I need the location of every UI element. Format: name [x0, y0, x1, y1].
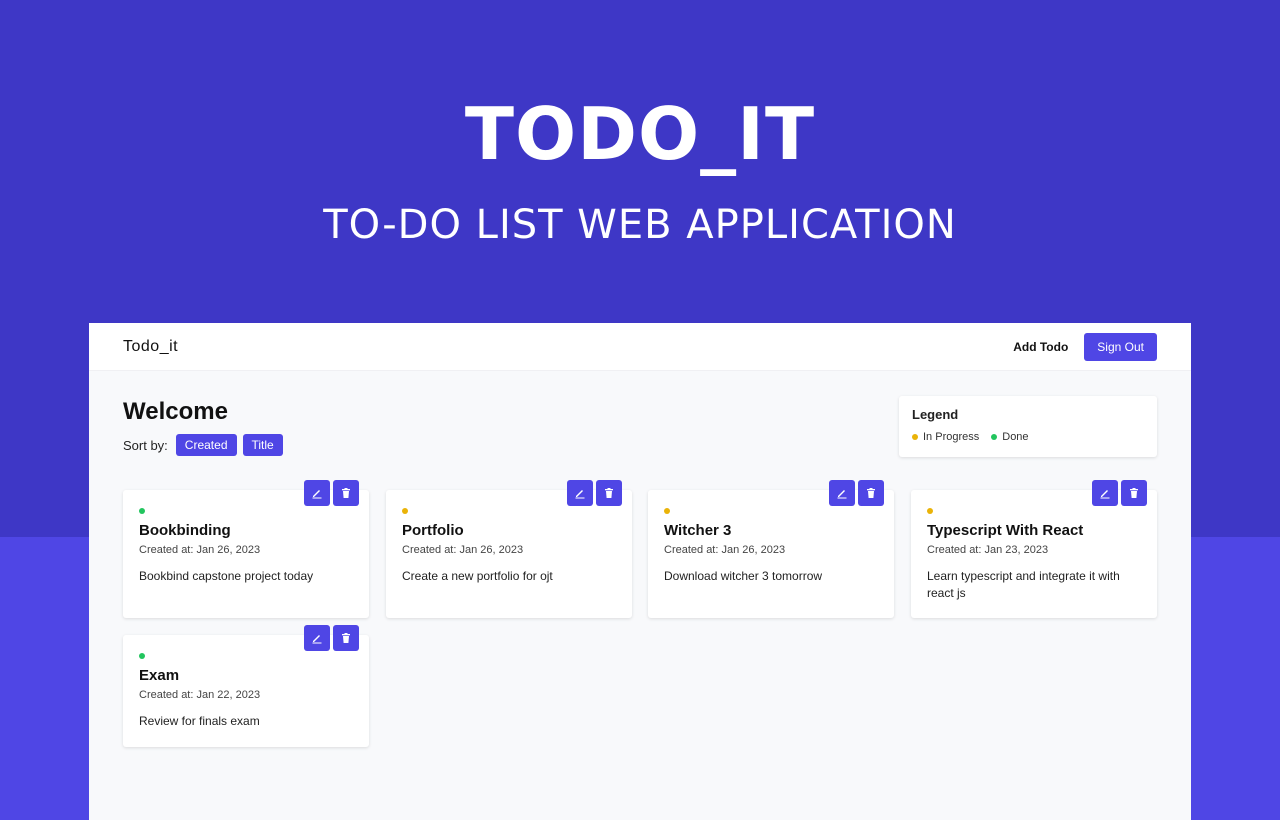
delete-button[interactable] — [333, 480, 359, 506]
hero-title: TODO_IT — [464, 92, 816, 176]
trash-icon — [342, 488, 350, 498]
edit-button[interactable] — [304, 480, 330, 506]
edit-button[interactable] — [829, 480, 855, 506]
todo-title: Witcher 3 — [664, 522, 732, 539]
in-progress-dot-icon — [912, 434, 918, 440]
todo-title: Typescript With React — [927, 522, 1084, 539]
todo-title: Exam — [139, 667, 180, 684]
done-dot-icon — [991, 434, 998, 440]
legend-items: In Progress Done — [912, 431, 1144, 443]
sign-out-button[interactable]: Sign Out — [1084, 332, 1157, 361]
pencil-icon — [312, 635, 322, 644]
pencil-icon — [837, 490, 847, 499]
edit-button[interactable] — [1092, 480, 1118, 506]
delete-button[interactable] — [596, 480, 622, 506]
todo-created-date: Created at: Jan 26, 2023 — [139, 544, 261, 556]
todo-description: Review for finals exam — [139, 714, 260, 728]
status-in-progress-dot-icon — [927, 508, 933, 514]
trash-icon — [1130, 488, 1138, 498]
todo-created-date: Created at: Jan 26, 2023 — [664, 544, 786, 556]
trash-icon — [605, 488, 613, 498]
legend-item-done: Done — [991, 431, 1029, 443]
edit-button[interactable] — [567, 480, 593, 506]
card-actions — [567, 480, 622, 506]
todo-card: Bookbinding Created at: Jan 26, 2023 Boo… — [123, 480, 369, 618]
todo-description: Learn typescript and integrate it with r… — [927, 569, 1120, 600]
card-actions — [304, 625, 359, 651]
delete-button[interactable] — [333, 625, 359, 651]
status-done-dot-icon — [139, 653, 145, 659]
todo-created-date: Created at: Jan 23, 2023 — [927, 544, 1049, 556]
legend-panel: Legend In Progress Done — [899, 396, 1157, 457]
legend-title: Legend — [912, 407, 959, 422]
trash-icon — [867, 488, 875, 498]
card-actions — [304, 480, 359, 506]
pencil-icon — [312, 490, 322, 499]
todo-card: Portfolio Created at: Jan 26, 2023 Creat… — [386, 480, 632, 618]
sort-created-button[interactable]: Created — [175, 434, 237, 456]
brand-logo[interactable]: Todo_it — [123, 338, 178, 356]
sort-label: Sort by: — [123, 437, 168, 453]
app-window: Todo_it Add Todo Sign Out Welcome Sort b… — [89, 323, 1191, 820]
sort-title-button[interactable]: Title — [242, 434, 283, 456]
status-in-progress-dot-icon — [402, 508, 408, 514]
todo-title: Portfolio — [402, 522, 464, 539]
page-title: Welcome — [123, 398, 228, 425]
trash-icon — [342, 633, 350, 643]
delete-button[interactable] — [858, 480, 884, 506]
todo-created-date: Created at: Jan 22, 2023 — [139, 689, 261, 701]
todo-description: Download witcher 3 tomorrow — [664, 569, 823, 583]
status-in-progress-dot-icon — [664, 508, 670, 514]
todo-title: Bookbinding — [139, 522, 231, 539]
pencil-icon — [575, 490, 585, 499]
legend-in-progress-label: In Progress — [923, 431, 980, 443]
pencil-icon — [1100, 490, 1110, 499]
sort-controls: Sort by: Created Title — [123, 434, 283, 456]
status-done-dot-icon — [139, 508, 145, 514]
todo-card: Exam Created at: Jan 22, 2023 Review for… — [123, 625, 369, 747]
add-todo-link[interactable]: Add Todo — [1013, 340, 1068, 354]
hero-subtitle: TO-DO LIST WEB APPLICATION — [323, 202, 957, 248]
navbar: Todo_it Add Todo Sign Out — [89, 323, 1191, 371]
todo-card: Witcher 3 Created at: Jan 26, 2023 Downl… — [648, 480, 894, 618]
todo-description: Create a new portfolio for ojt — [402, 569, 553, 583]
edit-button[interactable] — [304, 625, 330, 651]
todo-description: Bookbind capstone project today — [139, 569, 314, 583]
card-actions — [1092, 480, 1147, 506]
todo-created-date: Created at: Jan 26, 2023 — [402, 544, 524, 556]
card-actions — [829, 480, 884, 506]
delete-button[interactable] — [1121, 480, 1147, 506]
legend-done-label: Done — [1002, 431, 1029, 443]
nav-actions: Add Todo Sign Out — [1013, 332, 1157, 361]
legend-item-in-progress: In Progress — [912, 431, 979, 443]
todo-card: Typescript With React Created at: Jan 23… — [911, 480, 1157, 618]
